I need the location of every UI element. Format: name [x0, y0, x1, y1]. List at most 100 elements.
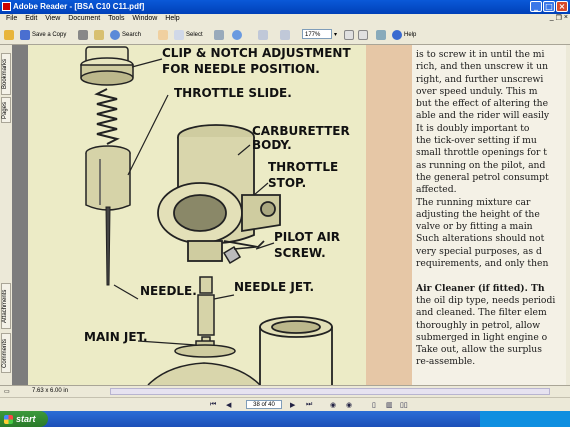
text-line: and cleaned. The filter elem [416, 307, 547, 319]
last-page-button[interactable]: ⏭ [306, 401, 312, 409]
menu-window[interactable]: Window [132, 15, 157, 22]
page-size-icon: ▭ [4, 389, 10, 395]
select-label: Select [186, 31, 203, 38]
chevron-down-icon: ▾ [334, 32, 338, 38]
menu-document[interactable]: Document [68, 15, 100, 22]
page-dimensions: 7.63 x 6.00 in [32, 388, 69, 394]
start-label: start [16, 414, 36, 424]
email-button[interactable] [94, 28, 104, 41]
text-line: Such alterations should not [416, 233, 545, 245]
text-line: re-assemble. [416, 356, 476, 368]
main-jet-part [174, 340, 236, 358]
float-chamber-part [259, 316, 333, 385]
close-button[interactable]: × [556, 1, 568, 12]
tab-bookmarks[interactable]: Bookmarks [1, 53, 11, 95]
toolbar: Save a Copy Search Select 177% ▾ Help [0, 25, 570, 45]
text-line: valve or by fitting a main [416, 221, 533, 233]
facing-button[interactable]: ▯▯ [400, 401, 408, 409]
help-button[interactable]: Help [392, 28, 416, 41]
start-button[interactable]: start [0, 411, 48, 427]
vertical-scrollbar[interactable] [566, 45, 570, 385]
zoom-out-button[interactable] [258, 28, 268, 41]
fit-page-button[interactable] [358, 28, 368, 41]
label-screw: SCREW. [274, 246, 326, 260]
text-line [416, 270, 566, 282]
zoom-in-plus-button[interactable] [280, 28, 290, 41]
select-tool-button[interactable]: Select [174, 28, 203, 41]
rotate-button[interactable] [376, 28, 386, 41]
search-label: Search [122, 31, 142, 38]
text-line: The running mixture car [416, 196, 531, 208]
doc-close-button[interactable]: × [564, 14, 568, 22]
text-line: It is doubly important to [416, 122, 530, 134]
text-line: submerged in light engine o [416, 331, 548, 343]
text-line: the oil dip type, needs periodi [416, 294, 556, 306]
text-line: as running on the pilot, and [416, 159, 546, 171]
doc-minimize-button[interactable]: _ [550, 14, 554, 22]
hand-icon [158, 29, 168, 40]
tab-pages[interactable]: Pages [1, 97, 11, 123]
tab-comments[interactable]: Comments [1, 333, 11, 373]
doc-restore-button[interactable]: ❐ [556, 14, 562, 22]
zoom-level-field[interactable]: 177% [302, 29, 332, 39]
page-number-field[interactable]: 38 of 40 [246, 400, 282, 409]
maximize-button[interactable]: □ [543, 1, 555, 12]
document-view[interactable]: CLIP & NOTCH ADJUSTMENT FOR NEEDLE POSIT… [12, 45, 566, 385]
snapshot-button[interactable] [214, 28, 224, 41]
previous-view-button[interactable]: ◉ [330, 401, 336, 409]
zoom-icon [232, 29, 242, 40]
text-line: is to screw it in until the mi [416, 49, 545, 60]
title-bar: Adobe Reader - [BSA C10 C11.pdf] _ □ × [0, 0, 570, 14]
first-page-button[interactable]: ⏮ [210, 401, 216, 409]
continuous-button[interactable]: ▥ [386, 401, 393, 409]
menu-file[interactable]: File [6, 15, 17, 22]
menu-bar: File Edit View Document Tools Window Hel… [0, 14, 570, 25]
email-icon [94, 29, 104, 40]
text-line: Air Cleaner (if fitted). Th [416, 282, 545, 294]
next-view-button[interactable]: ◉ [346, 401, 352, 409]
text-line: right, and further unscrewi [416, 73, 544, 85]
save-copy-button[interactable]: Save a Copy [20, 28, 66, 41]
menu-help[interactable]: Help [165, 15, 179, 22]
camera-icon [214, 29, 224, 40]
adobe-reader-icon [2, 2, 11, 11]
return-spring [94, 88, 120, 145]
text-line: the tick-over setting if mu [416, 135, 537, 147]
system-tray [480, 411, 570, 427]
label-main-jet: MAIN JET. [84, 330, 148, 344]
text-line: very special purposes, as d [416, 245, 542, 257]
help-icon [392, 29, 402, 40]
hand-tool-button[interactable] [158, 28, 168, 41]
next-page-button[interactable]: ▶ [290, 401, 295, 409]
horizontal-scrollbar[interactable] [110, 388, 550, 395]
float-bowl-part [147, 362, 261, 385]
select-text-icon [174, 29, 184, 40]
window-title: Adobe Reader - [BSA C10 C11.pdf] [13, 2, 145, 11]
previous-page-button[interactable]: ◀ [226, 401, 231, 409]
print-button[interactable] [78, 28, 88, 41]
needle-part [105, 206, 111, 286]
minimize-button[interactable]: _ [530, 1, 542, 12]
tab-attachments[interactable]: Attachments [1, 283, 11, 329]
needle-jet-part [197, 276, 215, 350]
label-needle: NEEDLE. [140, 284, 197, 298]
carburettor-exploded-diagram: CLIP & NOTCH ADJUSTMENT FOR NEEDLE POSIT… [80, 46, 351, 385]
zoom-dropdown[interactable]: ▾ [334, 28, 337, 41]
menu-tools[interactable]: Tools [108, 15, 124, 22]
windows-logo-icon [4, 415, 13, 424]
menu-edit[interactable]: Edit [25, 15, 37, 22]
search-button[interactable]: Search [110, 28, 141, 41]
menu-view[interactable]: View [45, 15, 60, 22]
actual-size-button[interactable] [344, 28, 354, 41]
text-line: able and the rider will easily [416, 110, 550, 122]
text-line: over speed unduly. This m [416, 85, 538, 97]
save-icon [20, 29, 30, 40]
single-page-button[interactable]: ▯ [372, 401, 376, 409]
open-button[interactable] [4, 28, 14, 41]
page-icon [344, 29, 354, 40]
search-icon [110, 29, 120, 40]
page-navigation-bar: ⏮ ◀ 38 of 40 ▶ ⏭ ◉ ◉ ▯ ▥ ▯▯ [0, 397, 570, 412]
zoom-in-button[interactable] [232, 28, 242, 41]
label-body: BODY. [252, 138, 292, 152]
text-line: requirements, and only then [416, 258, 549, 270]
